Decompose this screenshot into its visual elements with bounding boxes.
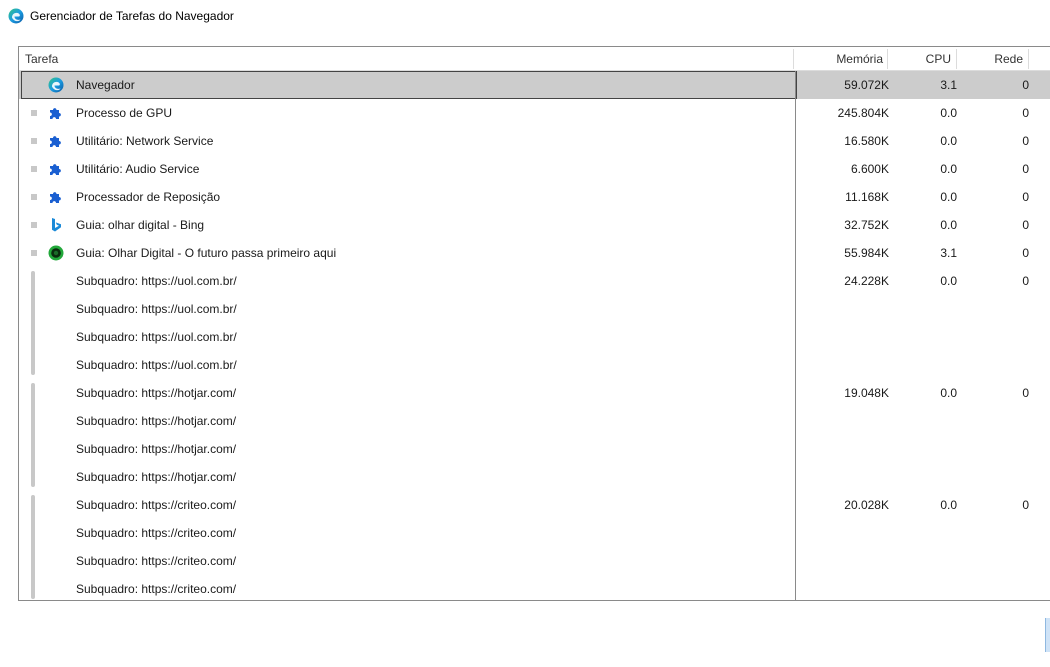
task-name: Subquadro: https://hotjar.com/	[76, 470, 237, 484]
process-group-bar	[31, 271, 35, 375]
row-bullet	[31, 138, 37, 144]
column-header-memory[interactable]: Memória	[795, 47, 883, 71]
task-name: Subquadro: https://criteo.com/	[76, 582, 237, 596]
task-name: Navegador	[76, 78, 135, 92]
network-value: 0	[1022, 78, 1029, 92]
task-name: Subquadro: https://uol.com.br/	[76, 274, 237, 288]
memory-value: 16.580K	[844, 134, 889, 148]
table-row[interactable]: Subquadro: https://criteo.com/	[19, 547, 1050, 575]
row-bullet	[31, 166, 37, 172]
memory-value: 11.168K	[845, 190, 889, 204]
table-row[interactable]: Processo de GPU 245.804K 0.0 0	[19, 99, 1050, 127]
table-row[interactable]: Subquadro: https://criteo.com/20.028K 0.0…	[19, 491, 1050, 519]
puzzle-icon	[48, 189, 64, 205]
column-divider[interactable]	[887, 49, 888, 69]
window-title: Gerenciador de Tarefas do Navegador	[30, 9, 234, 23]
task-column-border	[795, 71, 796, 600]
table-row[interactable]: Subquadro: https://criteo.com/	[19, 575, 1050, 600]
memory-value: 20.028K	[844, 498, 889, 512]
puzzle-icon	[48, 161, 64, 177]
table-row[interactable]: Subquadro: https://hotjar.com/19.048K 0.0…	[19, 379, 1050, 407]
edge-icon	[48, 77, 64, 93]
table-row[interactable]: Subquadro: https://criteo.com/	[19, 519, 1050, 547]
task-name: Utilitário: Audio Service	[76, 162, 200, 176]
scrollbar[interactable]	[1045, 618, 1050, 652]
cpu-value: 0.0	[940, 386, 957, 400]
row-bullet	[31, 222, 37, 228]
column-divider[interactable]	[793, 49, 794, 69]
table-row[interactable]: Subquadro: https://hotjar.com/	[19, 463, 1050, 491]
puzzle-icon	[48, 105, 64, 121]
task-name: Guia: Olhar Digital - O futuro passa pri…	[76, 246, 337, 260]
cpu-value: 0.0	[940, 106, 957, 120]
puzzle-icon	[48, 133, 64, 149]
cpu-value: 0.0	[940, 162, 957, 176]
memory-value: 19.048K	[844, 386, 889, 400]
column-header-network[interactable]: Rede	[959, 47, 1023, 71]
table-row[interactable]: Guia: Olhar Digital - O futuro passa pri…	[19, 239, 1050, 267]
column-header-task[interactable]: Tarefa	[25, 47, 58, 71]
task-name: Processador de Reposição	[76, 190, 221, 204]
network-value: 0	[1022, 498, 1029, 512]
task-name: Subquadro: https://uol.com.br/	[76, 330, 237, 344]
table-row[interactable]: Utilitário: Network Service 16.580K 0.0 0	[19, 127, 1050, 155]
olhar-digital-icon	[48, 245, 64, 261]
task-table[interactable]: Tarefa Memória CPU Rede Navegador 59.072K…	[18, 46, 1050, 601]
network-value: 0	[1022, 190, 1029, 204]
table-row[interactable]: Subquadro: https://uol.com.br/24.228K 0.0…	[19, 267, 1050, 295]
cpu-value: 0.0	[940, 134, 957, 148]
row-bullet	[31, 110, 37, 116]
process-group-bar	[31, 383, 35, 487]
column-header-cpu[interactable]: CPU	[889, 47, 951, 71]
table-row[interactable]: Subquadro: https://uol.com.br/	[19, 323, 1050, 351]
row-bullet	[31, 194, 37, 200]
task-name: Processo de GPU	[76, 106, 173, 120]
task-name: Subquadro: https://hotjar.com/	[76, 414, 237, 428]
task-name: Subquadro: https://criteo.com/	[76, 526, 237, 540]
cpu-value: 0.0	[940, 218, 957, 232]
task-name: Subquadro: https://uol.com.br/	[76, 302, 237, 316]
memory-value: 59.072K	[844, 78, 889, 92]
task-name: Subquadro: https://hotjar.com/	[76, 442, 237, 456]
column-divider[interactable]	[956, 49, 957, 69]
table-row[interactable]: Utilitário: Audio Service 6.600K 0.0 0	[19, 155, 1050, 183]
process-group-bar	[31, 495, 35, 599]
table-row[interactable]: Subquadro: https://hotjar.com/	[19, 407, 1050, 435]
network-value: 0	[1022, 134, 1029, 148]
column-divider[interactable]	[1028, 49, 1029, 69]
network-value: 0	[1022, 246, 1029, 260]
memory-value: 55.984K	[844, 246, 889, 260]
memory-value: 32.752K	[844, 218, 889, 232]
table-row[interactable]: Navegador 59.072K 3.1 0	[19, 71, 1050, 99]
table-row[interactable]: Subquadro: https://uol.com.br/	[19, 351, 1050, 379]
memory-value: 6.600K	[850, 162, 889, 176]
cpu-value: 0.0	[940, 498, 957, 512]
table-row[interactable]: Subquadro: https://hotjar.com/	[19, 435, 1050, 463]
table-header: Tarefa Memória CPU Rede	[19, 47, 1050, 71]
task-name: Guia: olhar digital - Bing	[76, 218, 205, 232]
network-value: 0	[1022, 386, 1029, 400]
edge-icon	[8, 8, 24, 24]
task-name: Subquadro: https://criteo.com/	[76, 554, 237, 568]
cpu-value: 3.1	[940, 246, 957, 260]
task-name: Utilitário: Network Service	[76, 134, 214, 148]
cpu-value: 3.1	[940, 78, 957, 92]
table-row[interactable]: Guia: olhar digital - Bing 32.752K 0.0 0	[19, 211, 1050, 239]
memory-value: 245.804K	[837, 106, 889, 120]
bing-icon	[48, 217, 64, 233]
network-value: 0	[1022, 274, 1029, 288]
network-value: 0	[1022, 218, 1029, 232]
task-name: Subquadro: https://hotjar.com/	[76, 386, 237, 400]
cpu-value: 0.0	[940, 274, 957, 288]
table-row[interactable]: Subquadro: https://uol.com.br/	[19, 295, 1050, 323]
task-name: Subquadro: https://uol.com.br/	[76, 358, 237, 372]
network-value: 0	[1022, 162, 1029, 176]
task-name: Subquadro: https://criteo.com/	[76, 498, 237, 512]
table-row[interactable]: Processador de Reposição 11.168K 0.0 0	[19, 183, 1050, 211]
network-value: 0	[1022, 106, 1029, 120]
memory-value: 24.228K	[844, 274, 889, 288]
row-bullet	[31, 250, 37, 256]
cpu-value: 0.0	[940, 190, 957, 204]
title-bar: Gerenciador de Tarefas do Navegador	[0, 0, 1050, 32]
